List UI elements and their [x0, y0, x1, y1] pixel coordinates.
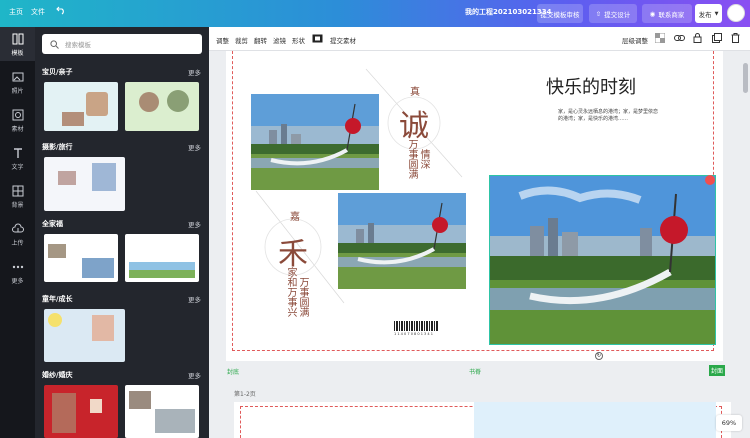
template-thumb-family-1[interactable] — [44, 234, 118, 282]
next-page-preview[interactable] — [234, 402, 731, 438]
design-page[interactable]: 真 诚 万事圆满 情深 嘉 禾 家和万事兴 万事圆满 1 1 4 0 7 0 8… — [226, 51, 723, 361]
template-thumb-travel-1[interactable] — [44, 157, 125, 211]
left-rail: 模板 照片 素材 文字 背景 上传 更多 — [0, 27, 35, 438]
top-bar: 主页 文件 我的工程202103021334 提交模板审核 ⇧ 提交设计 ◉ 联系商… — [0, 0, 750, 27]
rail-item-upload[interactable]: 上传 — [0, 217, 35, 251]
more-link-family[interactable]: 更多 — [188, 219, 201, 229]
rail-item-materials[interactable]: 素材 — [0, 103, 35, 137]
scrollbar-thumb[interactable] — [743, 63, 748, 93]
tool-adjust[interactable]: 调整 — [216, 35, 229, 45]
delete-icon[interactable] — [731, 33, 740, 45]
rail-item-templates[interactable]: 模板 — [0, 27, 35, 61]
page-title[interactable]: 快乐的时刻 — [546, 73, 636, 99]
tool-filter[interactable]: 滤镜 — [273, 35, 286, 45]
chevron-down-icon: ▼ — [714, 10, 719, 17]
rail-item-text[interactable]: 文字 — [0, 141, 35, 175]
section-title-family: 全家福 — [42, 220, 63, 228]
barcode-number: 1 1 4 0 7 0 8 0 1 3 4 1 — [394, 332, 433, 336]
search-icon — [50, 39, 59, 49]
rail-item-photos[interactable]: 照片 — [0, 65, 35, 99]
template-panel: 搜索模板 宝贝/亲子 更多 摄影/旅行 更多 全家福 更多 童年/成长 更多 婚… — [35, 27, 209, 438]
link-icon[interactable] — [674, 33, 685, 45]
rotate-handle-icon[interactable]: ↻ — [595, 352, 603, 360]
char-jia[interactable]: 嘉 — [290, 208, 300, 223]
photo-icon — [12, 72, 23, 82]
label-front-cover: 封面 — [709, 365, 726, 376]
avatar[interactable] — [727, 4, 745, 22]
tool-submit-material[interactable]: 提交素材 — [330, 35, 356, 45]
layer-adjust-button[interactable]: 层级调整 — [622, 35, 648, 45]
material-icon — [12, 109, 23, 121]
search-input[interactable]: 搜索模板 — [42, 34, 202, 54]
body-text[interactable]: 家，是心灵永远栖息的港湾；家，是梦里依恋的港湾；家，是快乐的港湾…… — [558, 109, 662, 123]
template-thumb-wedding-2[interactable] — [125, 385, 199, 438]
template-thumb-childhood-1[interactable] — [44, 309, 125, 362]
char-zhen[interactable]: 真 — [410, 83, 420, 98]
more-link-travel[interactable]: 更多 — [188, 142, 201, 152]
section-title-travel: 摄影/旅行 — [42, 143, 73, 151]
vertical-text-2b[interactable]: 万事圆满 — [295, 277, 310, 323]
photo-sculpture-2[interactable] — [338, 193, 466, 289]
template-thumb-wedding-1[interactable] — [44, 385, 118, 438]
photo-sculpture-selected[interactable] — [489, 175, 716, 345]
section-title-wedding: 婚纱/婚庆 — [42, 371, 73, 379]
edit-toolbar: 调整 裁剪 翻转 滤镜 形状 提交素材 层级调整 — [209, 27, 750, 51]
rail-item-more[interactable]: 更多 — [0, 255, 35, 289]
label-back-cover: 封底 — [227, 369, 240, 376]
section-title-childhood: 童年/成长 — [42, 295, 73, 303]
template-thumb-baby-2[interactable] — [125, 82, 199, 131]
tool-shape[interactable]: 形状 — [292, 35, 305, 45]
next-page-photo — [474, 402, 716, 438]
chat-icon: ◉ — [649, 9, 656, 18]
tool-flip[interactable]: 翻转 — [254, 35, 267, 45]
more-icon — [12, 265, 23, 269]
cloud-upload-icon — [11, 223, 24, 233]
template-icon — [12, 33, 23, 45]
text-icon — [13, 148, 22, 158]
lock-icon[interactable] — [693, 33, 702, 45]
tool-crop[interactable]: 裁剪 — [235, 35, 248, 45]
submit-template-review-button[interactable]: 提交模板审核 — [537, 4, 583, 23]
vertical-scrollbar[interactable] — [741, 51, 750, 438]
submit-design-button[interactable]: ⇧ 提交设计 — [589, 4, 637, 23]
upload-icon: ⇧ — [595, 9, 602, 18]
section-title-baby: 宝贝/亲子 — [42, 68, 73, 76]
transparency-icon[interactable] — [654, 32, 666, 45]
home-menu[interactable]: 主页 — [9, 7, 23, 17]
file-menu[interactable]: 文件 — [31, 7, 45, 17]
contact-merchant-button[interactable]: ◉ 联系商家 — [642, 4, 692, 23]
duplicate-icon[interactable] — [712, 33, 722, 45]
more-link-childhood[interactable]: 更多 — [188, 294, 201, 304]
background-icon — [12, 185, 23, 197]
photo-sculpture-1[interactable] — [251, 94, 379, 190]
label-spine: 书脊 — [469, 369, 482, 376]
vertical-text-1b[interactable]: 情深 — [416, 149, 431, 173]
barcode[interactable] — [394, 321, 438, 331]
zoom-level[interactable]: 69% — [716, 415, 742, 431]
publish-button[interactable]: 发布 ▼ — [695, 4, 722, 23]
canvas-area: 真 诚 万事圆满 情深 嘉 禾 家和万事兴 万事圆满 1 1 4 0 7 0 8… — [209, 51, 741, 438]
more-link-wedding[interactable]: 更多 — [188, 370, 201, 380]
delete-handle-icon[interactable] — [705, 175, 715, 185]
undo-icon[interactable] — [56, 5, 66, 17]
template-thumb-baby-1[interactable] — [44, 82, 118, 131]
template-thumb-family-2[interactable] — [125, 234, 199, 282]
rail-item-background[interactable]: 背景 — [0, 179, 35, 213]
mask-icon[interactable] — [312, 34, 323, 45]
page-number-label: 第1-2页 — [234, 391, 256, 398]
more-link-baby[interactable]: 更多 — [188, 67, 201, 77]
